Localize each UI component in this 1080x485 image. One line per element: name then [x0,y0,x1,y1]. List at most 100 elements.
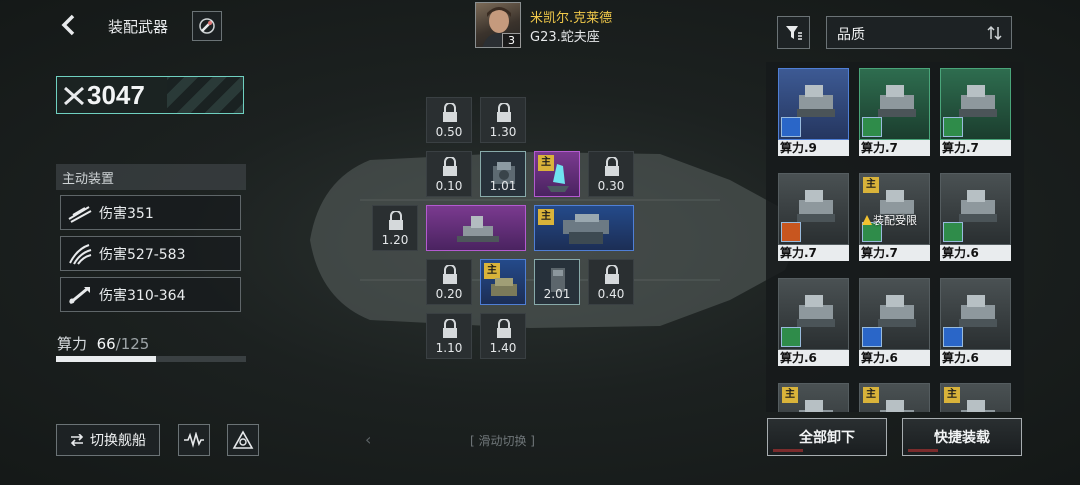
missile-damage-icon [69,286,90,304]
lock-icon [605,265,619,284]
tank-turret-icon [491,278,517,296]
weapon-slot-locked[interactable]: 1.30 [480,97,526,143]
weapon-slot-locked[interactable]: 1.40 [480,313,526,359]
swap-arrows-icon [70,434,84,446]
inventory-weapon-card[interactable]: 算力.7 [778,173,849,261]
blue-weapon-type-icon [943,327,963,347]
waveform-button[interactable] [178,424,210,456]
weapon-slot-large[interactable] [426,205,526,251]
capacity-bar-fill [56,356,157,362]
lock-icon [497,319,511,338]
card-power-label: 算力.6 [778,350,849,366]
card-power-label: 算力.7 [859,245,930,261]
back-button[interactable] [54,10,84,40]
ship-name: G23.蛇夫座 [530,30,600,45]
inventory-weapon-card[interactable]: 主装配受限 算力.7 [859,173,930,261]
capacity-label: 算力 66/125 [57,335,150,353]
claw-damage-icon [69,243,92,265]
capacity-total: /125 [115,335,150,353]
card-power-label: 算力.6 [940,245,1011,261]
slash-damage-icon [68,205,92,223]
inventory-weapon-card[interactable]: 算力.7 [940,68,1011,156]
card-power-label: 算力.6 [859,350,930,366]
weapon-slot-equipped[interactable]: 1.01 [480,151,526,197]
main-badge: 主 [782,387,798,403]
card-power-label: 算力.6 [940,350,1011,366]
capacity-used: 66 [96,335,116,353]
ship-info-button[interactable] [192,11,222,41]
switch-ship-button[interactable]: 切换舰船 [56,424,160,456]
weapon-slot-locked[interactable]: 0.10 [426,151,472,197]
rocket-icon [199,18,215,34]
weapon-slot-locked[interactable]: 0.30 [588,151,634,197]
card-power-label: 算力.7 [778,245,849,261]
weapon-slot-locked[interactable]: 1.10 [426,313,472,359]
inventory-weapon-card[interactable]: 算力.6 [940,173,1011,261]
main-badge: 主 [944,387,960,403]
active-device-label: 伤害310-364 [99,287,186,304]
weapon-slot-main[interactable]: 主 [534,151,580,197]
turret-battery-icon [563,214,609,244]
weapon-slot-large-main[interactable]: 主 [534,205,634,251]
active-devices-title: 主动装置 [56,164,246,190]
inventory-weapon-card[interactable]: 算力.6 [859,278,930,366]
pilot-level-badge: 3 [502,33,521,48]
lock-icon [443,103,457,122]
inventory-weapon-card[interactable]: 算力.7 [859,68,930,156]
active-device-label: 伤害527-583 [99,246,186,263]
green-weapon-type-icon [781,327,801,347]
quick-equip-button[interactable]: 快捷装载 [902,418,1022,456]
crossed-swords-icon [64,86,84,106]
lock-icon [443,319,457,338]
active-device-item[interactable]: 伤害351 [60,195,241,230]
filter-icon [785,25,802,40]
cannon-icon [457,216,499,242]
lock-icon [443,265,457,284]
card-power-label: 算力.7 [859,140,930,156]
lock-icon [497,103,511,122]
quality-sort-select[interactable]: 品质 [826,16,1012,49]
card-power-label: 算力.9 [778,140,849,156]
capacity-bar [56,356,246,362]
card-power-label: 算力.7 [940,140,1011,156]
orange-weapon-type-icon [781,222,801,242]
triangle-emblem-icon [232,430,254,449]
combat-power-value: 3047 [87,80,145,110]
unload-all-button[interactable]: 全部卸下 [767,418,887,456]
inventory-weapon-card[interactable]: 算力.6 [778,278,849,366]
lock-icon [443,157,457,176]
active-device-item[interactable]: 伤害310-364 [60,277,241,312]
main-badge: 主 [863,387,879,403]
active-device-item[interactable]: 伤害527-583 [60,236,241,271]
swipe-left-arrow[interactable]: ‹ [365,430,371,449]
inventory-weapon-card[interactable]: 主 [778,383,849,412]
weapon-slot-equipped[interactable]: 2.01 [534,259,580,305]
weapon-slot-locked[interactable]: 1.20 [372,205,418,251]
main-badge: 主 [863,177,879,193]
weapon-slot-locked[interactable]: 0.40 [588,259,634,305]
weapon-slot-locked[interactable]: 0.50 [426,97,472,143]
green-weapon-type-icon [862,117,882,137]
filter-button[interactable] [777,16,810,49]
inventory-weapon-card[interactable]: 主 [940,383,1011,412]
blue-weapon-type-icon [781,117,801,137]
weapon-slot-locked[interactable]: 0.20 [426,259,472,305]
inventory-weapon-card[interactable]: 主 [859,383,930,412]
waveform-icon [184,432,204,448]
page-title: 装配武器 [108,18,169,36]
blue-weapon-type-icon [862,327,882,347]
active-device-label: 伤害351 [99,205,154,222]
chevron-left-icon [61,14,75,36]
inventory-weapon-card[interactable]: 算力.9 [778,68,849,156]
inventory-weapon-card[interactable]: 算力.6 [940,278,1011,366]
weapon-slot-main[interactable]: 主 [480,259,526,305]
combat-power-display: 3047 [56,76,244,114]
sort-toggle-icon [987,25,1002,41]
warning-icon [862,215,872,225]
crystal-weapon-icon [547,164,569,192]
tactics-button[interactable] [227,424,259,456]
weapon-inventory[interactable]: 算力.9 算力.7 算力.7 算力.7 主装配受限 算力.7 算力.6 算力.6 算力.6 算力.… [766,62,1024,412]
green-weapon-type-icon [943,222,963,242]
lock-icon [389,211,403,230]
swipe-hint: [ 滑动切换 ] [470,434,535,448]
